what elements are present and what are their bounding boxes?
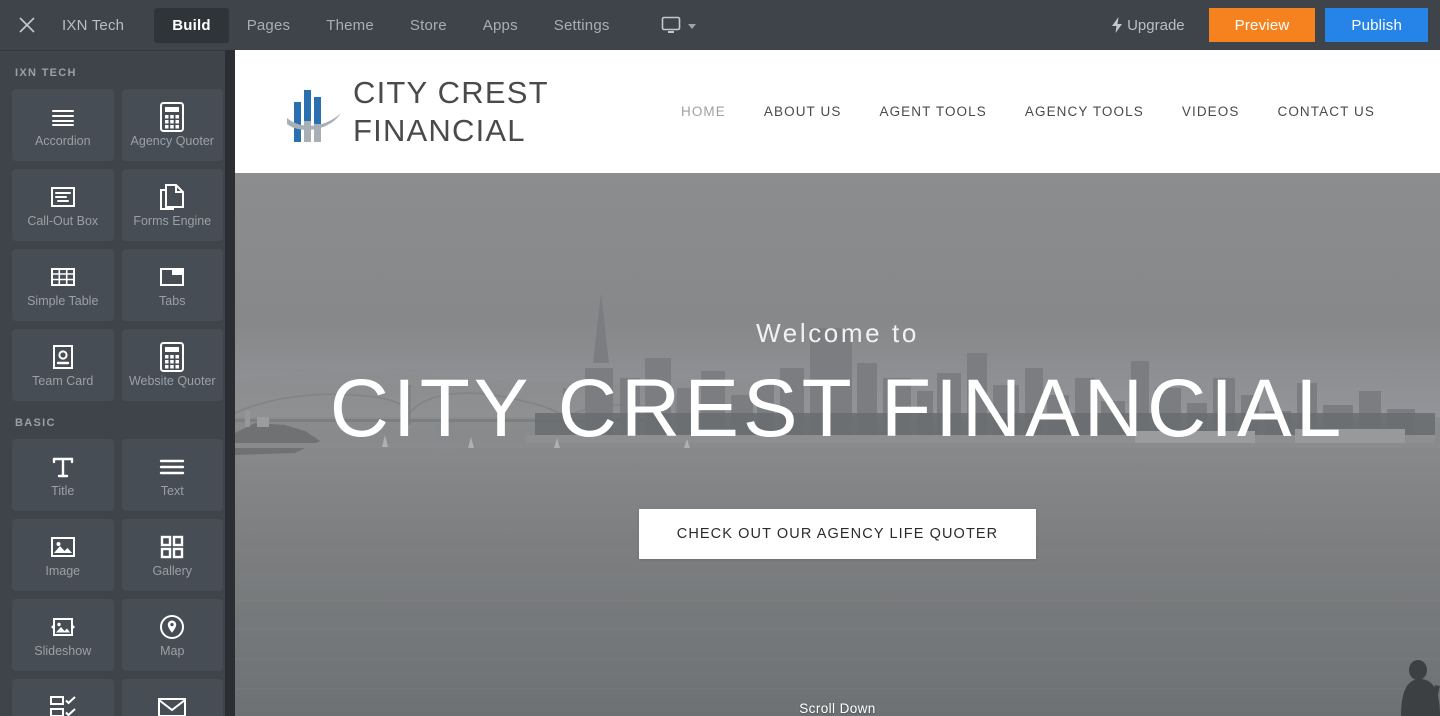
nav-item-agency-tools[interactable]: AGENCY TOOLS (1025, 104, 1144, 119)
site-logo[interactable]: CITY CREST FINANCIAL (285, 74, 549, 150)
nav-item-about-us[interactable]: ABOUT US (764, 104, 842, 119)
close-icon (19, 17, 35, 33)
tab-build[interactable]: Build (154, 7, 229, 43)
widget-tile-label: Gallery (152, 564, 193, 578)
widget-tile-gallery[interactable]: Gallery (121, 519, 223, 591)
nav-item-home[interactable]: HOME (681, 104, 726, 119)
widget-tile-website-quoter[interactable]: Website Quoter (121, 329, 223, 401)
accordion-icon (49, 102, 77, 132)
site-logo-text: CITY CREST FINANCIAL (353, 74, 549, 150)
tab-pages[interactable]: Pages (229, 8, 309, 43)
widget-tile-label: Text (160, 484, 184, 498)
widget-tile-contact[interactable]: Contact (121, 679, 223, 716)
nav-item-contact-us[interactable]: CONTACT US (1277, 104, 1375, 119)
widget-tile-form[interactable]: Form (12, 679, 114, 716)
widget-tile-label: Image (45, 564, 81, 578)
widget-tile-label: Slideshow (34, 644, 92, 658)
tab-store[interactable]: Store (392, 8, 465, 43)
widget-tile-label: Website Quoter (128, 374, 216, 388)
widget-tile-team-card[interactable]: Team Card (12, 329, 114, 401)
preview-button[interactable]: Preview (1208, 8, 1316, 42)
widget-tile-text[interactable]: Text (121, 439, 223, 511)
tab-settings[interactable]: Settings (536, 8, 628, 43)
widget-tile-tabs[interactable]: Tabs (121, 249, 223, 321)
widget-tile-label: Call-Out Box (27, 214, 99, 228)
close-editor-button[interactable] (0, 0, 54, 50)
hero-content: Welcome to CITY CREST FINANCIAL CHECK OU… (235, 173, 1440, 716)
map-pin-icon (158, 612, 186, 642)
widget-tile-label: Title (51, 484, 75, 498)
widget-tile-label: Map (160, 644, 185, 658)
widget-tile-simple-table[interactable]: Simple Table (12, 249, 114, 321)
widget-tile-call-out-box[interactable]: Call-Out Box (12, 169, 114, 241)
table-icon (49, 262, 77, 292)
image-icon (49, 532, 77, 562)
widget-tile-forms-engine[interactable]: Forms Engine (121, 169, 223, 241)
upgrade-button[interactable]: Upgrade (1100, 10, 1195, 40)
widget-tile-label: Simple Table (27, 294, 99, 308)
hero-title: CITY CREST FINANCIAL (329, 363, 1346, 454)
widget-tile-accordion[interactable]: Accordion (12, 89, 114, 161)
calculator-icon (160, 102, 185, 132)
logo-line-2: FINANCIAL (353, 112, 526, 148)
gallery-grid-icon (159, 532, 185, 562)
sidebar-widget-grid: Title Text Image Gallery Slideshow Map FormCon… (12, 439, 223, 716)
callout-box-icon (49, 182, 77, 212)
widget-tile-label: Forms Engine (133, 214, 212, 228)
documents-icon (159, 182, 185, 212)
hero-cta-button[interactable]: CHECK OUT OUR AGENCY LIFE QUOTER (638, 509, 1037, 559)
site-header: CITY CREST FINANCIAL HOME ABOUT US AGENT… (235, 50, 1440, 173)
envelope-icon (157, 692, 187, 716)
nav-item-videos[interactable]: VIDEOS (1182, 104, 1240, 119)
widget-sidebar: IXN TECH Accordion Agency Quoter Call-Out B… (0, 50, 235, 716)
widget-tile-label: Accordion (34, 134, 91, 148)
editor-tabs: Build Pages Theme Store Apps Settings (154, 0, 627, 50)
widget-tile-map[interactable]: Map (121, 599, 223, 671)
calculator-icon (160, 342, 185, 372)
sidebar-section-title-ixn-tech: IXN TECH (15, 67, 77, 79)
widget-tile-agency-quoter[interactable]: Agency Quoter (121, 89, 223, 161)
upgrade-label: Upgrade (1127, 16, 1185, 34)
widget-tile-label: Tabs (159, 294, 186, 308)
lightning-bolt-icon (1112, 17, 1123, 33)
top-toolbar: IXN Tech Build Pages Theme Store Apps Se… (0, 0, 1440, 50)
city-crest-bars-logo (287, 89, 341, 142)
team-card-icon (51, 342, 75, 372)
tab-theme[interactable]: Theme (308, 8, 392, 43)
publish-button[interactable]: Publish (1325, 8, 1428, 42)
site-name-label: IXN Tech (62, 16, 125, 34)
hero-section[interactable]: Welcome to CITY CREST FINANCIAL CHECK OU… (235, 173, 1440, 716)
form-checklist-icon (48, 692, 78, 716)
tab-apps[interactable]: Apps (465, 8, 536, 43)
widget-tile-image[interactable]: Image (12, 519, 114, 591)
widget-tile-slideshow[interactable]: Slideshow (12, 599, 114, 671)
title-t-icon (50, 452, 76, 482)
tabs-icon (158, 262, 186, 292)
site-preview-canvas[interactable]: CITY CREST FINANCIAL HOME ABOUT US AGENT… (235, 50, 1440, 716)
chevron-down-icon (687, 24, 696, 29)
sidebar-widget-grid: Accordion Agency Quoter Call-Out Box Forms … (12, 89, 223, 401)
hero-welcome-text: Welcome to (756, 318, 919, 348)
sidebar-edge-divider (225, 50, 235, 716)
sidebar-section-title-basic: BASIC (15, 417, 56, 429)
text-lines-icon (158, 452, 186, 482)
logo-line-1: CITY CREST (353, 74, 549, 110)
site-navigation: HOME ABOUT US AGENT TOOLS AGENCY TOOLS V… (643, 104, 1375, 119)
widget-tile-label: Team Card (32, 374, 94, 388)
slideshow-icon (46, 612, 80, 642)
toolbar-actions: Upgrade Preview Publish (1100, 0, 1440, 50)
monitor-icon (661, 16, 680, 33)
widget-tile-title[interactable]: Title (12, 439, 114, 511)
device-preview-selector[interactable] (654, 11, 702, 39)
widget-tile-label: Agency Quoter (130, 134, 214, 148)
nav-item-agent-tools[interactable]: AGENT TOOLS (879, 104, 986, 119)
